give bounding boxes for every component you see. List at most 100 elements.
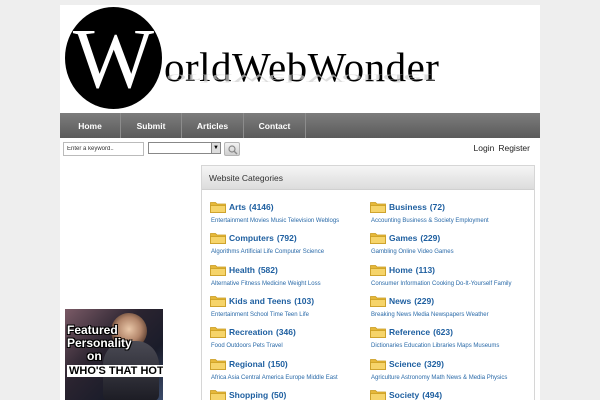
keyword-input[interactable] [63,142,144,156]
category-item: Computers (792) Algorithms Artificial Life… [210,231,370,255]
category-count: (150) [267,358,288,369]
category-link[interactable]: Science [389,359,421,369]
category-link[interactable]: Business [389,202,427,212]
category-head: Home (113) [370,263,530,277]
subcategory-links[interactable]: Dictionaries Education Libraries Maps Mu… [371,343,530,349]
category-item: Business (72) Accounting Business & Societ… [370,200,530,224]
banner-line-2: Personality [67,336,132,350]
category-count: (72) [429,202,445,212]
category-count: (346) [275,327,296,338]
subcategory-links[interactable]: Gambling Online Video Games [371,249,530,255]
subcategory-links[interactable]: Breaking News Media Newspapers Weather [371,312,530,318]
folder-icon [210,233,226,245]
auth-links: Login Register [470,143,530,153]
folder-icon [370,202,386,213]
folder-icon [210,327,226,339]
search-button[interactable] [224,142,240,156]
category-link[interactable]: Kids and Teens [229,296,291,306]
folder-icon [210,295,226,307]
folder-icon [370,295,386,307]
category-count: (229) [414,295,435,306]
folder-icon [370,264,386,276]
category-link[interactable]: Arts [229,202,246,212]
category-count: (103) [294,295,315,306]
category-item: Regional (150) Africa Asia Central America… [210,357,370,381]
category-item: Games (229) Gambling Online Video Games [370,231,530,255]
category-link[interactable]: Regional [229,359,265,369]
page: W orldWebWonder orldWebWonder Home Submi… [60,5,540,400]
category-count: (494) [422,389,443,400]
folder-icon [370,389,386,400]
nav-contact[interactable]: Contact [244,113,306,138]
subcategory-links[interactable]: Alternative Fitness Medicine Weight Loss [211,281,370,287]
subcategory-links[interactable]: Agriculture Astronomy Math News & Media … [371,375,530,381]
folder-icon [370,358,386,370]
register-link[interactable]: Register [498,143,530,153]
category-item: Shopping (50) [210,388,370,400]
nav-articles[interactable]: Articles [182,113,244,138]
main-nav: Home Submit Articles Contact [60,113,540,138]
folder-icon [210,264,226,276]
category-count: (329) [424,358,444,369]
category-item: Society (494) [370,388,530,400]
banner-line-3: on [87,349,102,363]
login-link[interactable]: Login [474,143,495,153]
category-link[interactable]: Home [389,265,413,275]
category-head: Arts (4146) [210,200,370,214]
category-count: (4146) [249,202,274,212]
panel-title: Website Categories [202,166,534,190]
category-link[interactable]: Society [389,390,419,400]
category-head: Business (72) [370,200,530,214]
subcategory-links[interactable]: Consumer Information Cooking Do-It-Yours… [371,281,530,287]
category-select[interactable]: ▼ [148,142,221,154]
category-head: Computers (792) [210,231,370,245]
chevron-down-icon[interactable]: ▼ [211,143,220,153]
category-count: (582) [257,264,278,275]
category-item: News (229) Breaking News Media Newspapers … [370,294,530,318]
category-count: (229) [420,233,441,244]
search-icon [228,145,238,155]
subcategory-links[interactable]: Algorithms Artificial Life Computer Scie… [211,249,370,255]
category-head: Shopping (50) [210,388,370,400]
category-link[interactable]: News [389,296,411,306]
category-count: (623) [433,327,453,338]
category-head: Society (494) [370,388,530,400]
subcategory-links[interactable]: Africa Asia Central America Europe Middl… [211,375,370,381]
featured-banner[interactable]: Featured Personality on WHO'S THAT HOTTI… [65,309,163,400]
subcategory-links[interactable]: Entertainment Movies Music Television We… [211,218,370,224]
subcategory-links[interactable]: Food Outdoors Pets Travel [211,343,370,349]
nav-home[interactable]: Home [60,113,121,138]
left-sidebar: Featured Personality on WHO'S THAT HOTTI… [60,163,198,400]
category-head: Kids and Teens (103) [210,294,370,308]
category-link[interactable]: Health [229,265,255,275]
category-item: Kids and Teens (103) Entertainment School … [210,294,370,318]
folder-icon [370,327,386,339]
category-count: (792) [276,233,297,244]
category-link[interactable]: Reference [389,327,430,337]
category-head: Reference (623) [370,325,530,339]
subcategory-links[interactable]: Entertainment School Time Teen Life [211,312,370,318]
category-head: Games (229) [370,231,530,245]
category-head: Recreation (346) [210,325,370,339]
category-count: (113) [415,264,435,275]
folder-icon [370,233,386,245]
category-link[interactable]: Shopping [229,390,268,400]
category-link[interactable]: Games [389,233,417,243]
nav-submit[interactable]: Submit [121,113,182,138]
logo-initial[interactable]: W [65,7,162,109]
category-head: Health (582) [210,263,370,277]
banner-line-1: Featured [67,323,118,337]
search-bar: ▼ LoginRegister [60,140,540,160]
category-link[interactable]: Computers [229,233,274,243]
folder-icon [210,202,226,213]
banner-line-4: WHO'S THAT HOTTIE [67,365,163,377]
subcategory-links[interactable]: Accounting Business & Society Employment [371,218,530,224]
category-item: Reference (623) Dictionaries Education Lib… [370,325,530,349]
category-item: Arts (4146) Entertainment Movies Music Tel… [210,200,370,224]
category-item: Home (113) Consumer Information Cooking Do… [370,263,530,287]
category-head: Regional (150) [210,357,370,371]
categories-panel: Website Categories Arts (4146) Entertainme… [201,165,535,400]
category-head: News (229) [370,294,530,308]
logo-reflection: orldWebWonder [166,71,435,85]
category-link[interactable]: Recreation [229,327,273,337]
